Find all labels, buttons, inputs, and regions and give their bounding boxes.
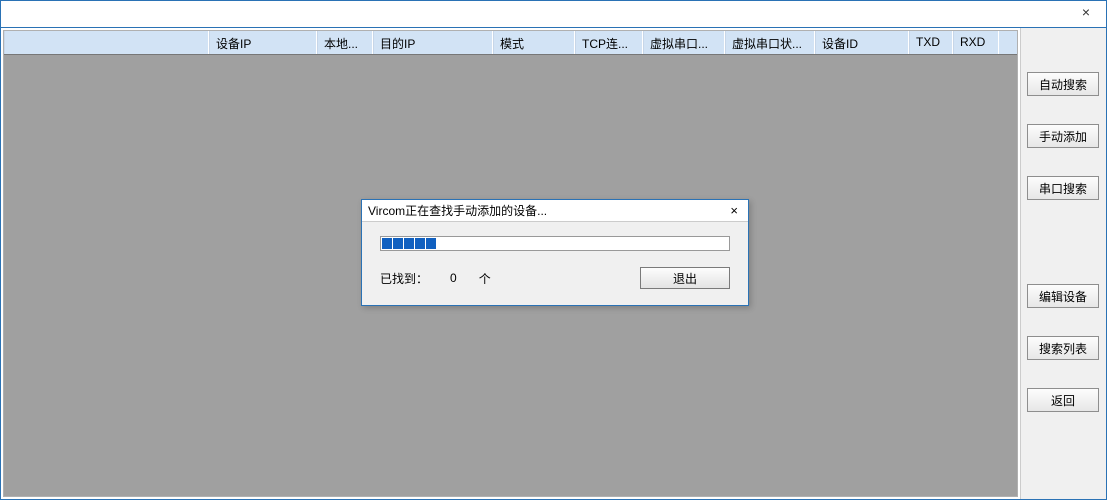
titlebar: ×	[1, 1, 1106, 23]
progress-block	[404, 238, 414, 249]
dialog-title: Vircom正在查找手动添加的设备...	[368, 202, 547, 219]
found-label: 已找到：	[380, 270, 428, 287]
progress-block	[382, 238, 392, 249]
serial-search-button[interactable]: 串口搜索	[1027, 176, 1099, 200]
progress-bar	[380, 236, 730, 251]
main-window: × 设备IP本地...目的IP模式TCP连...虚拟串口...虚拟串口状...设…	[0, 0, 1107, 500]
search-list-button[interactable]: 搜索列表	[1027, 336, 1099, 360]
manual-add-button[interactable]: 手动添加	[1027, 124, 1099, 148]
column-header[interactable]: TCP连...	[575, 31, 643, 54]
progress-block	[393, 238, 403, 249]
column-header[interactable]: 设备IP	[209, 31, 317, 54]
dialog-body: 已找到： 0 个 退出	[362, 222, 748, 305]
column-header[interactable]: RXD	[953, 31, 999, 54]
dialog-row: 已找到： 0 个 退出	[380, 267, 730, 289]
column-header[interactable]: 虚拟串口状...	[725, 31, 815, 54]
column-header[interactable]: 设备ID	[815, 31, 909, 54]
sidebar: 自动搜索 手动添加 串口搜索 编辑设备 搜索列表 返回	[1020, 28, 1106, 499]
edit-device-button[interactable]: 编辑设备	[1027, 284, 1099, 308]
column-header[interactable]: 虚拟串口...	[643, 31, 725, 54]
dialog-titlebar: Vircom正在查找手动添加的设备... ×	[362, 200, 748, 222]
column-header[interactable]: 本地...	[317, 31, 373, 54]
close-icon[interactable]: ×	[1074, 4, 1098, 20]
found-text: 已找到： 0 个	[380, 270, 491, 287]
column-header[interactable]	[4, 31, 209, 54]
grid-header: 设备IP本地...目的IP模式TCP连...虚拟串口...虚拟串口状...设备I…	[4, 31, 1017, 55]
found-unit: 个	[479, 270, 491, 287]
searching-dialog: Vircom正在查找手动添加的设备... × 已找到： 0 个 退出	[361, 199, 749, 306]
progress-block	[426, 238, 436, 249]
found-count: 0	[450, 271, 457, 285]
auto-search-button[interactable]: 自动搜索	[1027, 72, 1099, 96]
exit-button[interactable]: 退出	[640, 267, 730, 289]
column-header[interactable]: 目的IP	[373, 31, 493, 54]
column-header[interactable]: 模式	[493, 31, 575, 54]
progress-block	[415, 238, 425, 249]
back-button[interactable]: 返回	[1027, 388, 1099, 412]
dialog-close-icon[interactable]: ×	[726, 203, 742, 218]
column-header[interactable]: TXD	[909, 31, 953, 54]
